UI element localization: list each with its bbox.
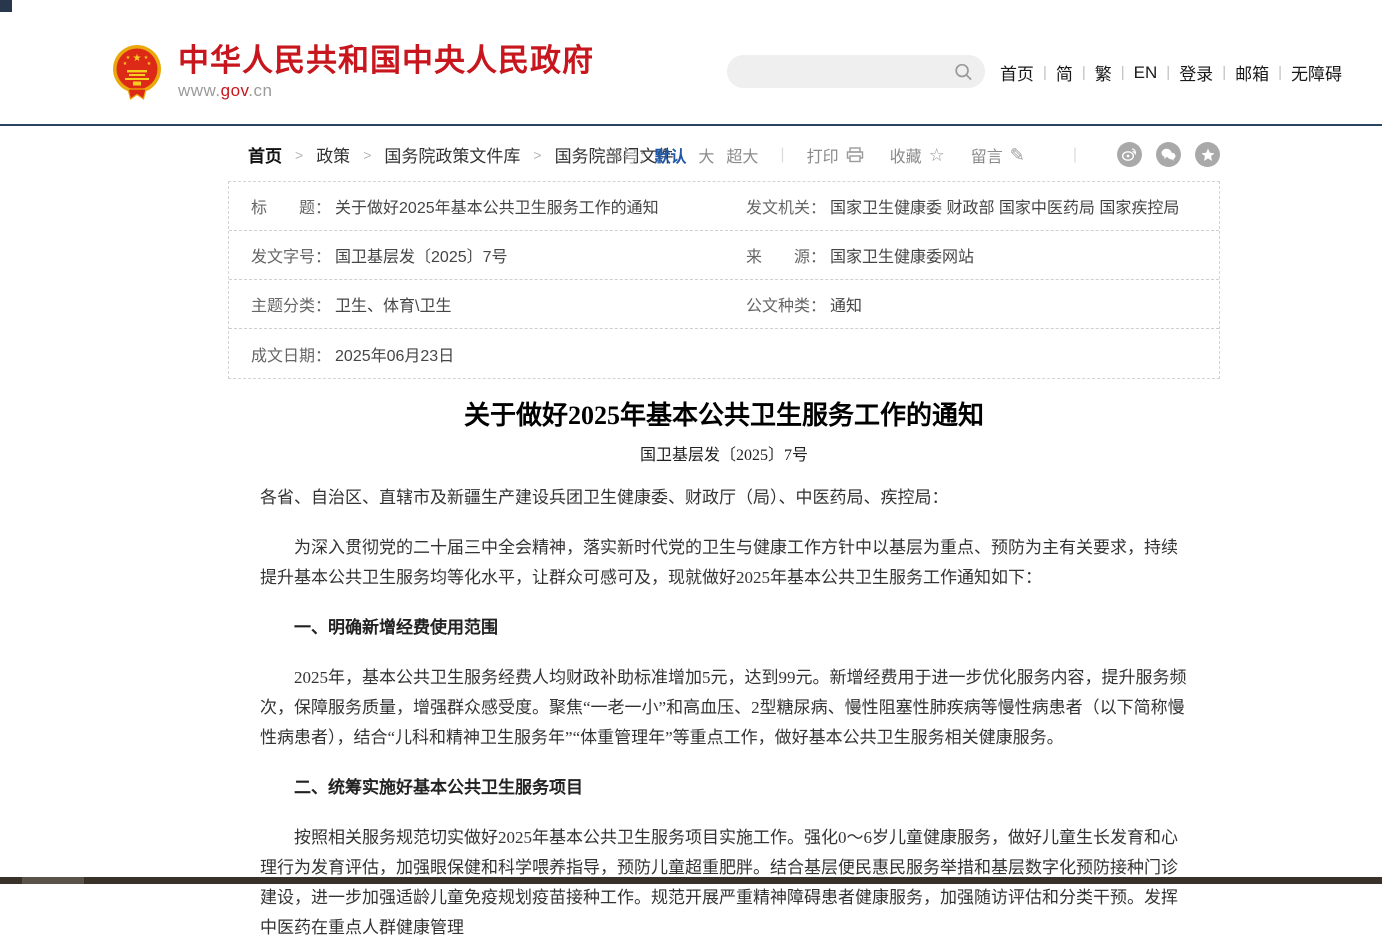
- meta-row-title-agency: 标 题： 关于做好2025年基本公共卫生服务工作的通知 发文机关： 国家卫生健康…: [229, 182, 1219, 231]
- site-title: 中华人民共和国中央人民政府: [178, 44, 594, 78]
- wechat-icon: [1161, 148, 1176, 161]
- site-logo[interactable]: ★ ★ ★ ★ ★ 中华人民共和国中央人民政府 www.gov.cn: [112, 44, 594, 101]
- meta-label-issuing-agency: 发文机关：: [746, 194, 826, 218]
- meta-label-doc-type: 公文种类：: [746, 292, 826, 316]
- breadcrumb-policy-library[interactable]: 国务院政策文件库: [384, 142, 520, 167]
- font-size-large-button[interactable]: 大: [698, 143, 714, 167]
- logo-text: 中华人民共和国中央人民政府 www.gov.cn: [178, 44, 594, 101]
- site-header: ★ ★ ★ ★ ★ 中华人民共和国中央人民政府 www.gov.cn 首页 | …: [0, 0, 1382, 126]
- font-size-xlarge-button[interactable]: 超大: [726, 143, 758, 167]
- nav-separator: |: [1112, 64, 1134, 81]
- nav-traditional[interactable]: 繁: [1095, 60, 1112, 85]
- share-qzone-button[interactable]: [1195, 142, 1220, 167]
- nav-simplified[interactable]: 简: [1056, 60, 1073, 85]
- document-meta-table: 标 题： 关于做好2025年基本公共卫生服务工作的通知 发文机关： 国家卫生健康…: [228, 181, 1220, 379]
- breadcrumb-separator: >: [350, 147, 384, 163]
- corner-decoration: [0, 0, 12, 12]
- favorite-button[interactable]: 收藏 ☆: [890, 143, 945, 167]
- breadcrumb-separator: >: [282, 147, 316, 163]
- nav-home[interactable]: 首页: [1000, 60, 1034, 85]
- meta-value-title: 关于做好2025年基本公共卫生服务工作的通知: [335, 194, 659, 218]
- breadcrumb-home[interactable]: 首页: [248, 142, 282, 167]
- meta-value-date: 2025年06月23日: [335, 342, 454, 366]
- meta-value-doc-number: 国卫基层发〔2025〕7号: [335, 243, 508, 267]
- document-body: 各省、自治区、直辖市及新疆生产建设兵团卫生健康委、财政厅（局）、中医药局、疾控局…: [260, 483, 1188, 943]
- nav-separator: |: [1034, 64, 1056, 81]
- qzone-star-icon: [1201, 148, 1215, 162]
- section-1-paragraph: 2025年，基本公共卫生服务经费人均财政补助标准增加5元，达到99元。新增经费用…: [260, 663, 1188, 753]
- meta-value-issuing-agency: 国家卫生健康委 财政部 国家中医药局 国家疾控局: [830, 194, 1179, 218]
- breadcrumb-policy[interactable]: 政策: [316, 142, 350, 167]
- breadcrumb-toolbar-row: 首页 > 政策 > 国务院政策文件库 > 国务院部门文件 字号： 默认 大 超大…: [228, 142, 1220, 168]
- document-title: 关于做好2025年基本公共卫生服务工作的通知: [260, 399, 1188, 433]
- site-url: www.gov.cn: [178, 81, 594, 101]
- section-heading-2: 二、统筹实施好基本公共卫生服务项目: [260, 773, 1188, 803]
- meta-label-category: 主题分类：: [251, 292, 331, 316]
- meta-label-title: 标 题：: [251, 194, 331, 218]
- nav-separator: |: [1269, 64, 1291, 81]
- printer-icon: [846, 147, 864, 163]
- meta-label-doc-number: 发文字号：: [251, 243, 331, 267]
- breadcrumb-separator: >: [520, 147, 554, 163]
- svg-text:★: ★: [147, 61, 152, 67]
- footer-strip-segment: [22, 877, 84, 884]
- meta-row-number-source: 发文字号： 国卫基层发〔2025〕7号 来 源： 国家卫生健康委网站: [229, 231, 1219, 280]
- svg-text:★: ★: [123, 61, 128, 67]
- nav-mail[interactable]: 邮箱: [1235, 60, 1269, 85]
- nav-login[interactable]: 登录: [1179, 60, 1213, 85]
- document-toolbar: 字号： 默认 大 超大 | 打印 收藏 ☆ 留言: [606, 142, 1220, 167]
- section-heading-1: 一、明确新增经费使用范围: [260, 613, 1188, 643]
- meta-row-category-type: 主题分类： 卫生、体育\卫生 公文种类： 通知: [229, 280, 1219, 329]
- meta-label-source: 来 源：: [746, 243, 826, 267]
- share-wechat-button[interactable]: [1156, 142, 1181, 167]
- top-nav: 首页 | 简 | 繁 | EN | 登录 | 邮箱 | 无障碍: [1000, 60, 1342, 85]
- nav-separator: |: [1073, 64, 1095, 81]
- svg-text:★: ★: [133, 53, 142, 64]
- intro-paragraph: 为深入贯彻党的二十届三中全会精神，落实新时代党的卫生与健康工作方针中以基层为重点…: [260, 533, 1188, 593]
- meta-label-date: 成文日期：: [251, 342, 331, 366]
- toolbar-divider: |: [780, 146, 784, 164]
- nav-separator: |: [1157, 64, 1179, 81]
- meta-row-date: 成文日期： 2025年06月23日: [229, 329, 1219, 378]
- print-button[interactable]: 打印: [807, 143, 864, 167]
- font-size-label: 字号：: [606, 143, 654, 167]
- salutation-paragraph: 各省、自治区、直辖市及新疆生产建设兵团卫生健康委、财政厅（局）、中医药局、疾控局…: [260, 483, 1188, 513]
- nav-separator: |: [1213, 64, 1235, 81]
- meta-value-doc-type: 通知: [830, 292, 862, 316]
- pencil-icon: ✎: [1010, 146, 1025, 164]
- nav-english[interactable]: EN: [1134, 63, 1158, 83]
- meta-value-source: 国家卫生健康委网站: [830, 243, 974, 267]
- comment-button[interactable]: 留言 ✎: [971, 143, 1025, 167]
- share-group: [1103, 142, 1220, 167]
- search-icon[interactable]: [954, 62, 973, 82]
- star-icon: ☆: [929, 146, 945, 164]
- font-size-default-button[interactable]: 默认: [654, 143, 686, 167]
- search-box[interactable]: [727, 55, 985, 88]
- meta-value-category: 卫生、体育\卫生: [335, 292, 451, 316]
- search-input[interactable]: [727, 55, 954, 88]
- nav-accessibility[interactable]: 无障碍: [1291, 60, 1342, 85]
- footer-strip: [0, 877, 1382, 884]
- document-number: 国卫基层发〔2025〕7号: [260, 441, 1188, 465]
- national-emblem-icon: ★ ★ ★ ★ ★: [112, 44, 162, 100]
- weibo-icon: [1122, 148, 1137, 161]
- document-article: 关于做好2025年基本公共卫生服务工作的通知 国卫基层发〔2025〕7号 各省、…: [228, 399, 1220, 943]
- share-weibo-button[interactable]: [1117, 142, 1142, 167]
- toolbar-divider: |: [1073, 146, 1077, 164]
